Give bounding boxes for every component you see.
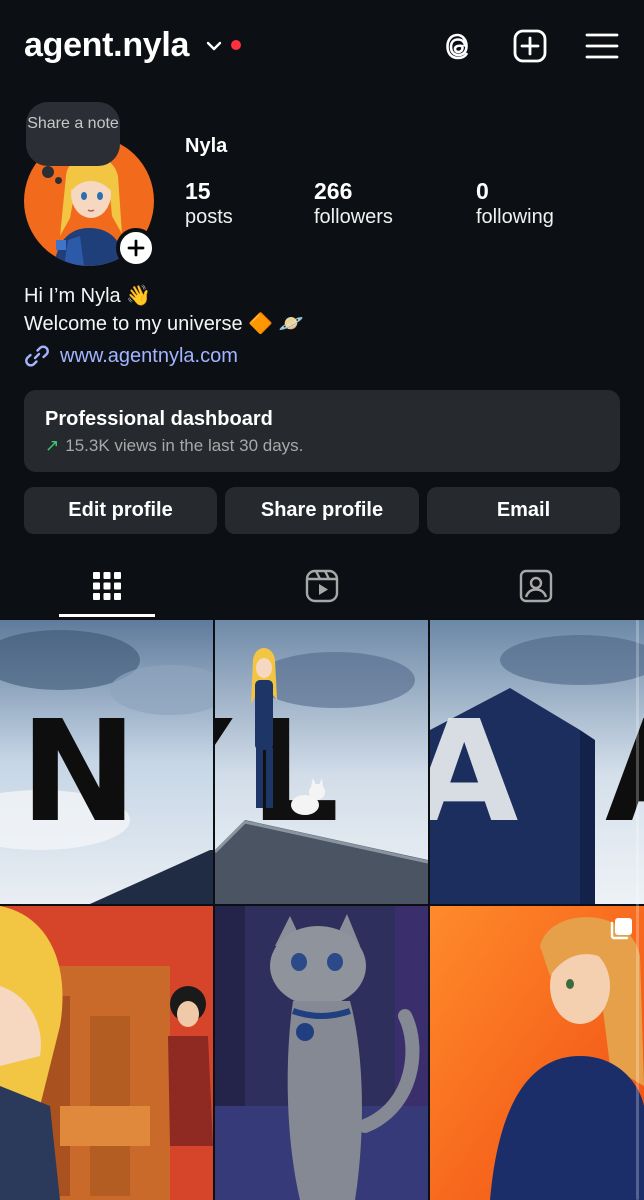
banner-letter: N <box>20 691 137 854</box>
dashboard-subtitle: ↗ 15.3K views in the last 30 days. <box>45 436 599 456</box>
tab-posts-grid[interactable] <box>87 566 127 606</box>
plus-icon <box>127 239 145 257</box>
posts-label: posts <box>185 206 233 228</box>
chevron-down-icon[interactable] <box>206 38 222 54</box>
profile-name: Nyla <box>185 135 228 157</box>
banner-letter: A <box>430 691 518 854</box>
edit-profile-button[interactable]: Edit profile <box>24 487 217 534</box>
share-note-bubble[interactable]: Share a note <box>26 102 120 166</box>
tab-tagged[interactable] <box>516 566 556 606</box>
followers-label: followers <box>314 206 393 228</box>
new-post-icon[interactable] <box>512 28 548 64</box>
post-tile[interactable]: N <box>0 620 213 904</box>
following-count: 0 <box>476 178 489 204</box>
tagged-icon <box>519 569 553 603</box>
post-tile[interactable]: A A I <box>430 620 644 904</box>
threads-icon[interactable] <box>440 28 476 64</box>
website-url[interactable]: www.agentnyla.com <box>60 345 238 368</box>
followers-count: 266 <box>314 178 353 204</box>
scrollbar[interactable] <box>636 620 639 1200</box>
followers-stat[interactable]: 266 followers <box>314 178 393 230</box>
posts-grid: N Y L <box>0 620 644 1200</box>
following-label: following <box>476 206 554 228</box>
reels-icon <box>305 569 339 603</box>
note-bubble-tail-small <box>55 177 62 184</box>
following-stat[interactable]: 0 following <box>476 178 554 230</box>
notification-dot <box>231 40 241 50</box>
menu-icon[interactable] <box>584 28 620 64</box>
post-tile[interactable]: Y L <box>215 620 428 904</box>
email-button[interactable]: Email <box>427 487 620 534</box>
dashboard-title: Professional dashboard <box>45 408 273 430</box>
carousel-icon <box>610 918 632 940</box>
banner-letter: Y <box>215 691 233 854</box>
bio-line: Welcome to my universe 🔶 🪐 <box>24 313 304 335</box>
grid-icon <box>93 572 121 600</box>
account-switcher[interactable]: agent.nyla <box>24 26 189 65</box>
post-tile[interactable] <box>0 906 213 1200</box>
posts-stat[interactable]: 15 posts <box>185 178 233 230</box>
dashboard-views-text: 15.3K views in the last 30 days. <box>65 436 304 455</box>
tab-reels[interactable] <box>302 566 342 606</box>
post-tile[interactable] <box>430 906 644 1200</box>
add-story-button[interactable] <box>116 228 156 268</box>
post-tile[interactable] <box>215 906 428 1200</box>
posts-count: 15 <box>185 178 211 204</box>
active-tab-indicator <box>59 614 155 617</box>
share-profile-button[interactable]: Share profile <box>225 487 419 534</box>
note-bubble-tail <box>42 166 54 178</box>
bio: Hi I’m Nyla 👋 Welcome to my universe 🔶 🪐 <box>24 282 304 338</box>
top-bar: agent.nyla <box>0 0 644 96</box>
bio-line: Hi I’m Nyla 👋 <box>24 285 152 307</box>
link-icon <box>25 345 49 367</box>
website-link[interactable]: www.agentnyla.com <box>24 342 238 370</box>
trend-up-icon: ↗ <box>45 436 60 455</box>
professional-dashboard[interactable]: Professional dashboard ↗ 15.3K views in … <box>24 390 620 472</box>
